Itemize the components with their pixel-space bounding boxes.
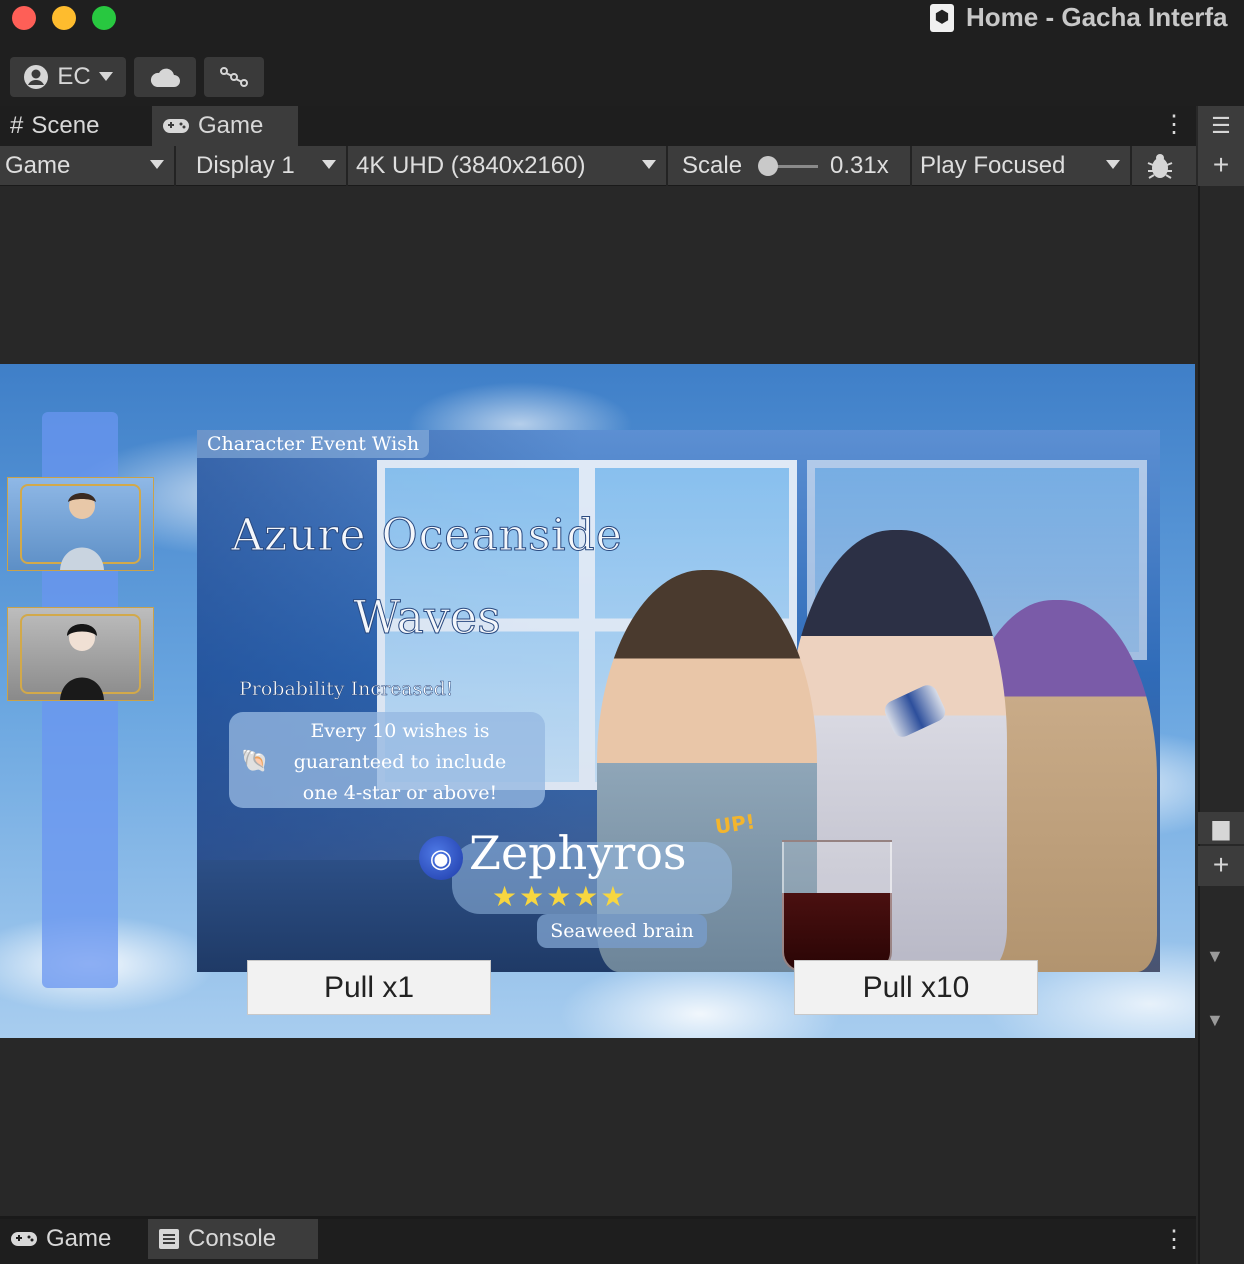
branch-icon	[220, 67, 248, 87]
chevron-down-icon	[642, 160, 656, 169]
bug-icon	[1147, 154, 1173, 179]
tab-console[interactable]: Console	[148, 1219, 318, 1259]
character-portrait-icon	[60, 624, 104, 700]
tab-console-label: Console	[188, 1225, 277, 1252]
expand-arrow-icon[interactable]: ▼	[1206, 946, 1224, 967]
expand-arrow-icon[interactable]: ▼	[1206, 1010, 1224, 1031]
banner-title-line-1: Azure Oceanside	[231, 510, 623, 562]
add-icon[interactable]: +	[1198, 846, 1244, 886]
banner-thumbnail-1[interactable]	[7, 477, 154, 571]
tab-game-label: Game	[198, 112, 264, 139]
banner-thumbnail-2[interactable]	[7, 607, 154, 701]
pull-x1-button[interactable]: Pull x1	[247, 960, 491, 1015]
more-options-icon[interactable]: ⋮	[1162, 110, 1186, 139]
account-label: EC	[57, 63, 91, 90]
folder-icon[interactable]: ▆	[1198, 812, 1244, 844]
game-view-controls: Game Display 1 4K UHD (3840x2160) Scale …	[0, 146, 1196, 186]
window-title: Home - Gacha Interfa	[966, 2, 1228, 32]
tab-game[interactable]: Game	[152, 106, 298, 146]
probability-label: Probability Increased!	[239, 678, 454, 701]
tab-scene-label: Scene	[31, 112, 100, 139]
game-canvas: Character Event Wish Azure Oceanside Wav…	[0, 364, 1195, 1038]
title-bar: ⬢ Home - Gacha Interfa	[0, 0, 1244, 50]
display-dropdown[interactable]: Display 1	[176, 146, 348, 186]
star-rating: ★★★★★	[492, 881, 628, 912]
scale-slider-handle[interactable]	[758, 156, 778, 176]
scale-label: Scale	[682, 152, 743, 179]
cloud-button[interactable]	[134, 57, 196, 97]
console-icon	[159, 1229, 179, 1249]
game-target-label: Game	[5, 152, 71, 179]
hydro-element-icon: ◉	[419, 836, 463, 880]
add-icon[interactable]: +	[1198, 146, 1244, 186]
tab-scene[interactable]: # Scene	[0, 106, 150, 146]
wish-banner: Character Event Wish Azure Oceanside Wav…	[197, 430, 1160, 972]
main-toolbar: EC	[0, 50, 1244, 106]
right-dock-panel	[1198, 106, 1244, 1264]
resolution-dropdown[interactable]: 4K UHD (3840x2160)	[348, 146, 668, 186]
tab-game-bottom[interactable]: Game	[0, 1219, 146, 1259]
info-line: one 4-star or above!	[302, 782, 498, 804]
resolution-label: 4K UHD (3840x2160)	[356, 152, 586, 179]
chevron-down-icon	[322, 160, 336, 169]
info-line: guaranteed to include	[293, 751, 507, 773]
play-mode-label: Play Focused	[920, 152, 1066, 179]
unity-logo-icon: ⬢	[930, 4, 954, 32]
character-portrait-icon	[60, 493, 104, 570]
gamepad-icon	[163, 119, 189, 133]
scale-value: 0.31x	[830, 152, 889, 179]
maximize-window-button[interactable]	[92, 6, 116, 30]
minimize-window-button[interactable]	[52, 6, 76, 30]
account-icon	[24, 65, 49, 89]
account-dropdown[interactable]: EC	[10, 57, 126, 97]
chevron-down-icon	[98, 72, 113, 81]
more-options-icon[interactable]: ⋮	[1162, 1225, 1186, 1254]
debug-toggle-button[interactable]	[1132, 146, 1188, 186]
display-label: Display 1	[196, 152, 295, 179]
grid-icon: #	[10, 112, 24, 139]
chevron-down-icon	[1106, 160, 1120, 169]
guarantee-info-text: Every 10 wishes is guaranteed to include…	[275, 716, 525, 809]
tab-game-bottom-label: Game	[46, 1225, 112, 1252]
drink-glass-art	[782, 840, 892, 972]
featured-character-name: Zephyros	[469, 826, 687, 880]
shell-icon: 🐚	[241, 748, 269, 773]
pull-x10-button[interactable]: Pull x10	[794, 960, 1038, 1015]
hierarchy-list-icon[interactable]: ☰	[1198, 106, 1244, 146]
cloud-icon	[150, 68, 180, 87]
editor-tab-bar: # Scene Game ⋮	[0, 106, 1196, 146]
version-control-button[interactable]	[204, 57, 264, 97]
bottom-tab-bar: Game Console ⋮	[0, 1216, 1196, 1264]
gamepad-icon	[11, 1232, 37, 1246]
character-subtitle: Seaweed brain	[537, 914, 707, 948]
play-mode-dropdown[interactable]: Play Focused	[912, 146, 1132, 186]
event-type-tag: Character Event Wish	[197, 430, 430, 458]
close-window-button[interactable]	[12, 6, 36, 30]
chevron-down-icon	[150, 160, 164, 169]
info-line: Every 10 wishes is	[310, 720, 490, 742]
banner-title-line-2: Waves	[353, 590, 502, 645]
game-target-dropdown[interactable]: Game	[0, 146, 176, 186]
